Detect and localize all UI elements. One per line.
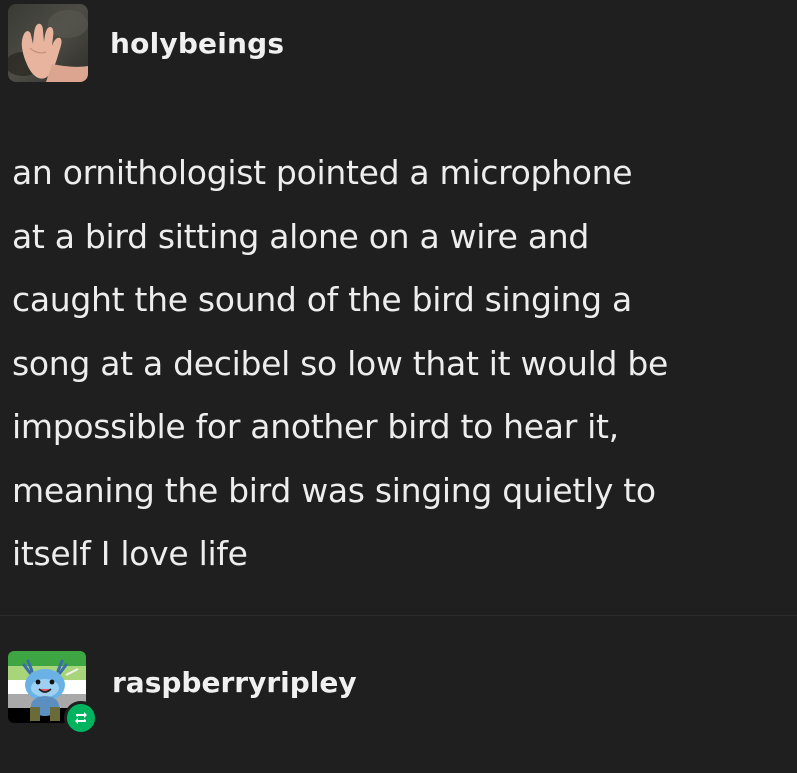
post-body-line: song at a decibel so low that it would b…: [12, 343, 669, 383]
post-body-line: at a bird sitting alone on a wire and: [12, 216, 590, 256]
post-body: an ornithologist pointed a microphone at…: [12, 141, 792, 586]
post-divider: [0, 615, 797, 616]
reblog-avatar-wrap[interactable]: [8, 651, 98, 735]
reblog-badge: [64, 701, 98, 735]
hand-photo-avatar-icon: [8, 4, 88, 82]
post-body-line: itself I love life: [12, 534, 248, 573]
post-body-line: impossible for another bird to hear it,: [12, 407, 619, 446]
post-body-line: meaning the bird was singing quietly to: [12, 470, 656, 510]
tumblr-post: holybeings an ornithologist pointed a mi…: [0, 0, 797, 773]
author-avatar[interactable]: [8, 4, 88, 82]
post-header: holybeings: [8, 4, 284, 82]
reblog-icon: [75, 712, 87, 724]
post-body-line: caught the sound of the bird singing a: [12, 280, 632, 319]
author-username[interactable]: holybeings: [110, 27, 284, 60]
reblog-header: raspberryripley: [8, 651, 357, 735]
reblogger-username[interactable]: raspberryripley: [112, 666, 357, 699]
post-body-line: an ornithologist pointed a microphone: [12, 153, 633, 192]
